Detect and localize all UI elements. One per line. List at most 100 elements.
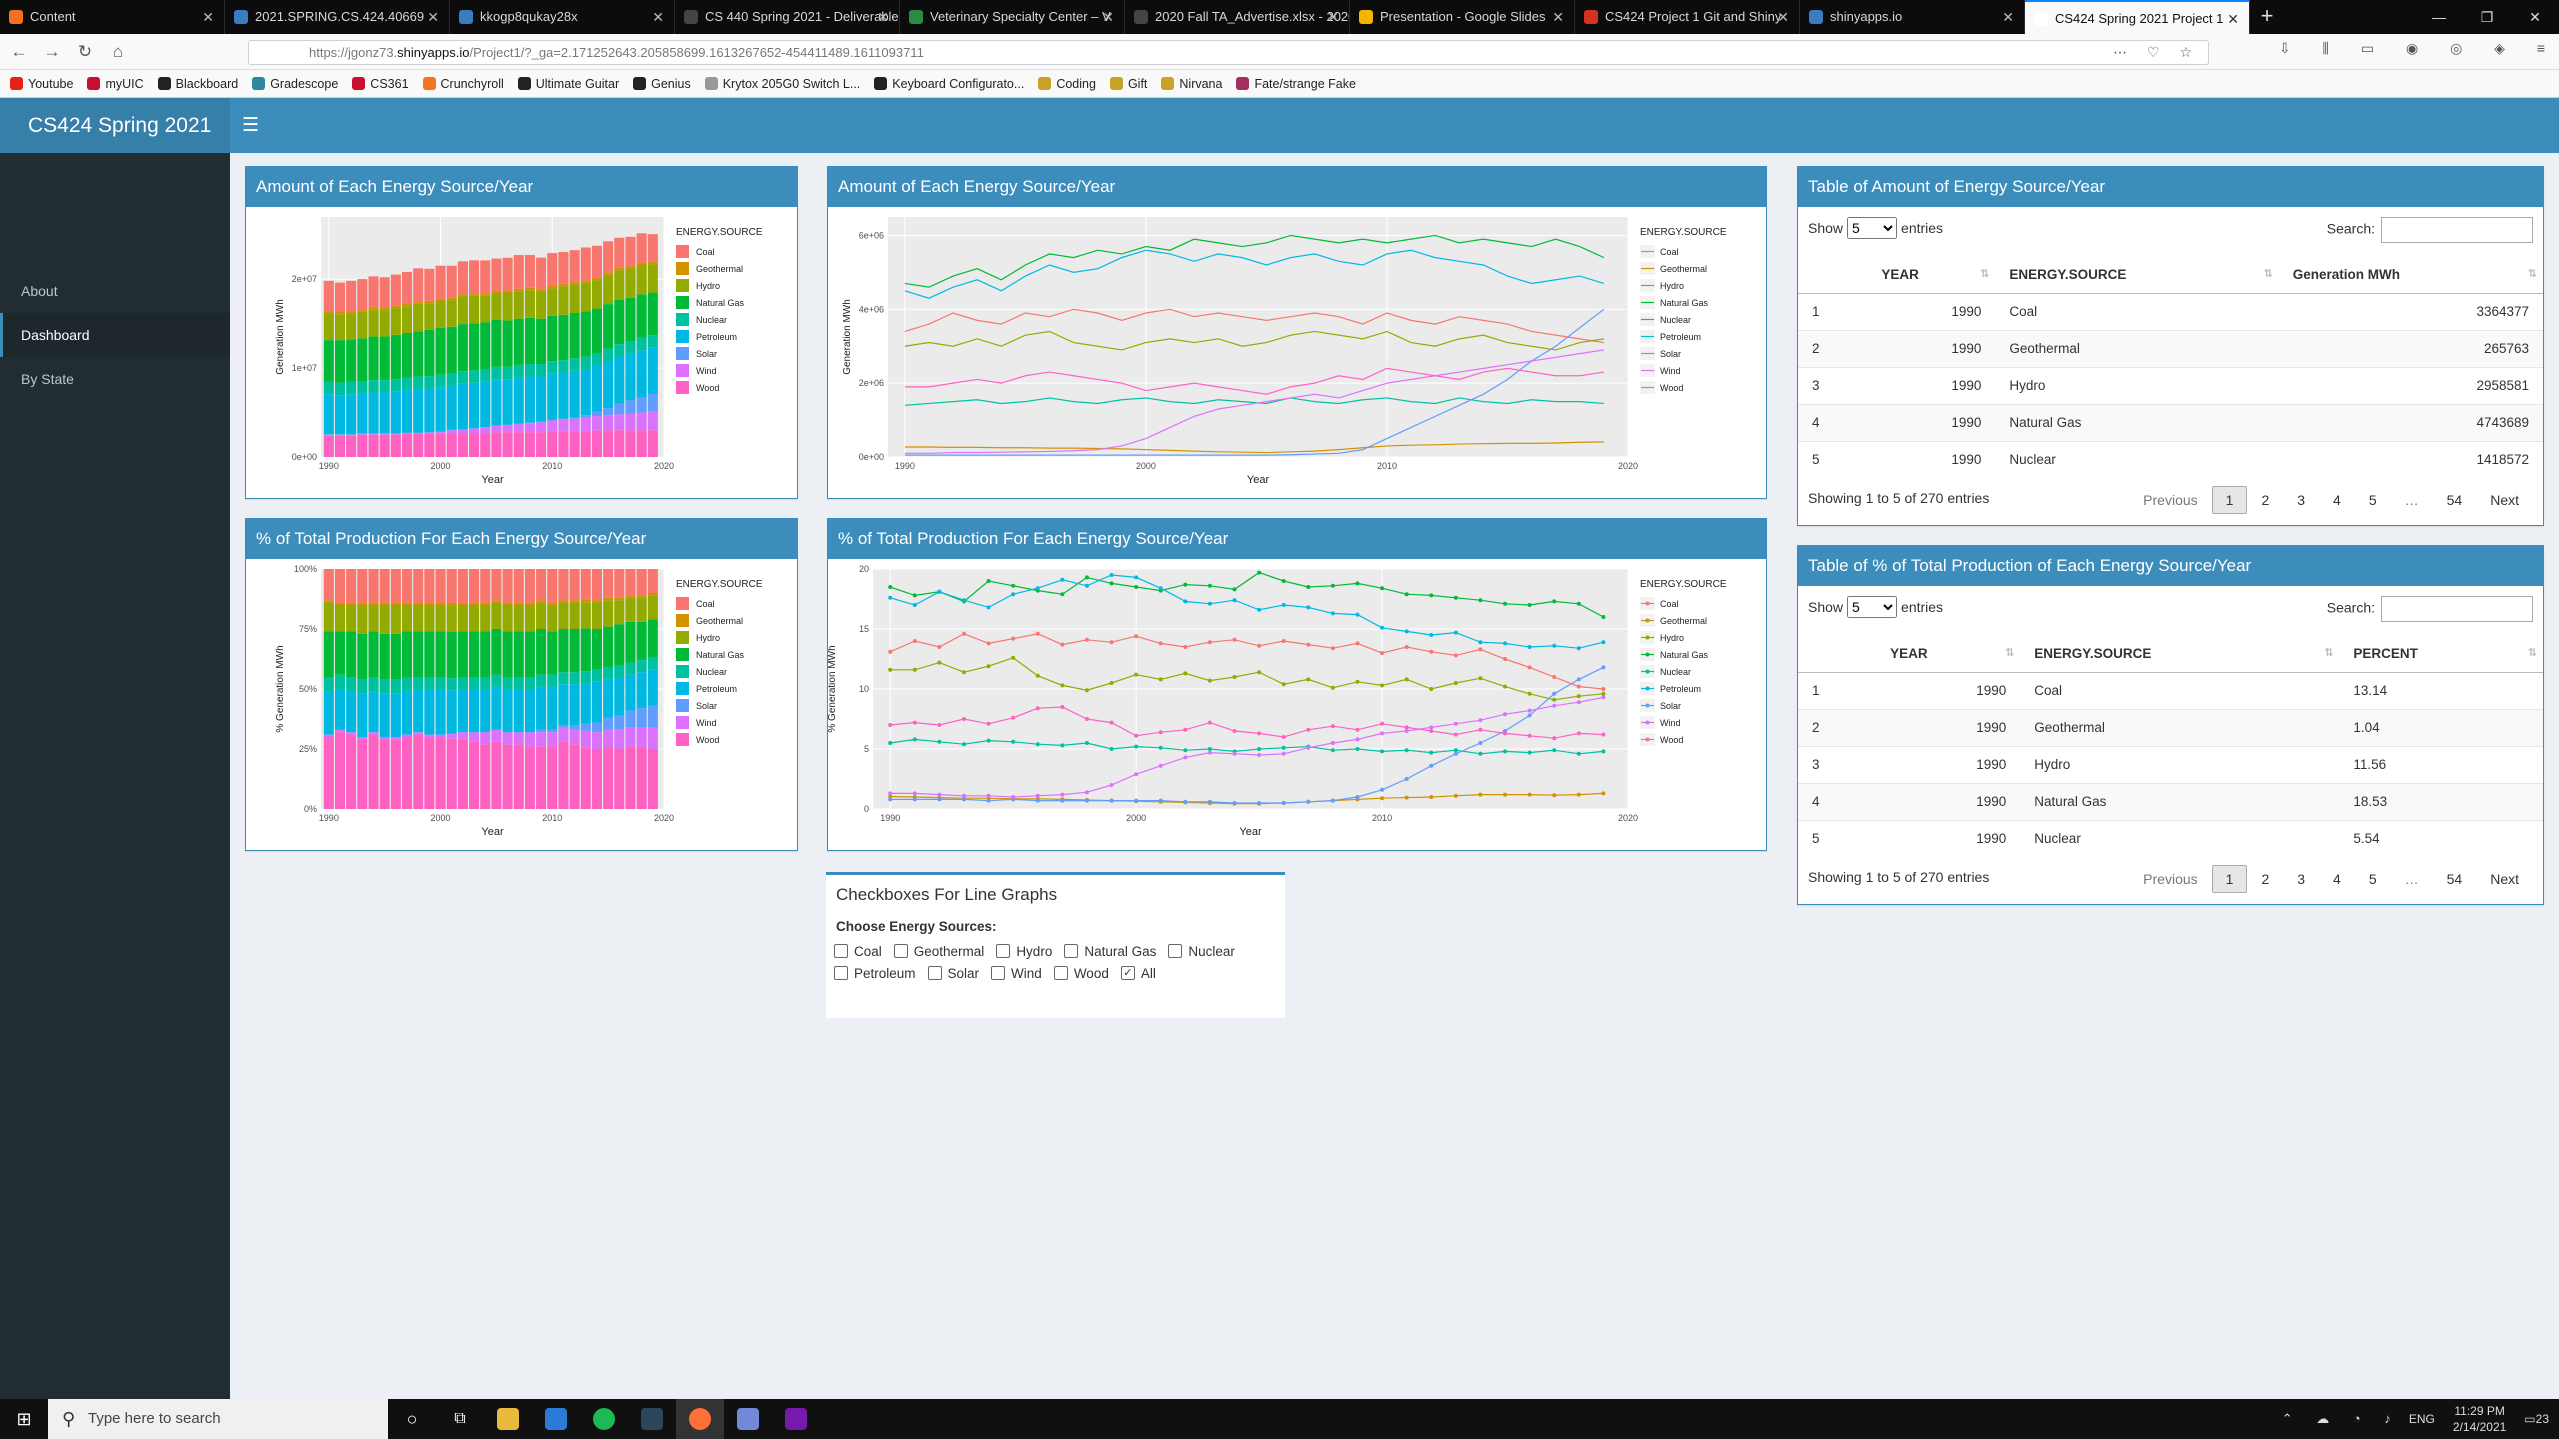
column-header[interactable] <box>1798 636 1877 673</box>
browser-tab[interactable]: CS 440 Spring 2021 - Deliverables a ✕ <box>675 0 900 34</box>
mail-icon[interactable] <box>532 1399 580 1439</box>
reload-icon[interactable]: ↻ <box>71 42 99 62</box>
sidebar-item-dashboard[interactable]: Dashboard <box>0 313 230 357</box>
sidebar-item-by-state[interactable]: By State <box>0 357 230 401</box>
column-header[interactable]: YEAR ⇅ <box>1867 257 1996 294</box>
bookmark-item[interactable]: Blackboard <box>157 77 238 91</box>
checkbox[interactable]: ✓ <box>1120 966 1135 980</box>
close-tab-icon[interactable]: ✕ <box>652 0 664 34</box>
column-header[interactable]: ENERGY.SOURCE ⇅ <box>1995 257 2279 294</box>
table-row[interactable]: 1 1990 Coal 3364377 <box>1798 292 2543 330</box>
steam-icon[interactable] <box>628 1399 676 1439</box>
file-explorer-icon[interactable] <box>484 1399 532 1439</box>
checkbox[interactable] <box>927 966 942 980</box>
column-header[interactable]: Generation MWh ⇅ <box>2278 257 2543 294</box>
checkbox-option[interactable]: Petroleum <box>834 962 916 984</box>
tray-icons[interactable]: ⌃ ☁ ◔ ♪ <box>2282 1411 2401 1427</box>
checkbox[interactable] <box>996 944 1011 958</box>
browser-tab[interactable]: CS424 Project 1 Git and Shiny ✕ <box>1575 0 1800 34</box>
page-button[interactable]: 1 <box>2211 486 2248 514</box>
close-tab-icon[interactable]: ✕ <box>877 0 889 34</box>
new-tab-icon[interactable]: + <box>2250 0 2284 34</box>
sidebar-toggle-icon[interactable]: ☰ <box>242 114 259 137</box>
checkbox-option[interactable]: Solar <box>927 962 979 984</box>
discord-icon[interactable] <box>724 1399 772 1439</box>
column-header[interactable]: ENERGY.SOURCE ⇅ <box>2020 636 2340 673</box>
checkbox-option[interactable]: Natural Gas <box>1064 940 1156 962</box>
page-length-select[interactable]: 5 <box>1847 217 1898 239</box>
bookmark-item[interactable]: Youtube <box>10 77 73 91</box>
url-actions-icons[interactable]: ⋯ ♡ ☆ <box>2113 41 2200 64</box>
bookmark-item[interactable]: Keyboard Configurato... <box>874 77 1024 91</box>
checkbox[interactable] <box>893 944 908 958</box>
close-window-icon[interactable]: ✕ <box>2511 0 2559 34</box>
column-header[interactable]: YEAR ⇅ <box>1876 636 2021 673</box>
page-button[interactable]: 54 <box>2433 486 2477 514</box>
task-view-icon[interactable]: ⧉ <box>436 1399 484 1439</box>
page-button[interactable]: 4 <box>2319 865 2355 893</box>
browser-tab[interactable]: kkogp8qukay28x ✕ <box>450 0 675 34</box>
next-page-button[interactable]: Next <box>2476 865 2533 893</box>
browser-tab[interactable]: 2021.SPRING.CS.424.40669 ✕ <box>225 0 450 34</box>
search-input[interactable] <box>2381 596 2533 622</box>
back-icon[interactable]: ← <box>5 42 33 62</box>
close-tab-icon[interactable]: ✕ <box>1777 0 1789 34</box>
bookmark-item[interactable]: Gradescope <box>252 77 338 91</box>
page-length-select[interactable]: 5 <box>1847 596 1898 618</box>
app-title[interactable]: CS424 Spring 2021 <box>0 98 230 153</box>
page-button[interactable]: 54 <box>2433 865 2477 893</box>
browser-tab[interactable]: CS424 Spring 2021 Project 1 ✕ <box>2025 0 2250 34</box>
firefox-icon[interactable] <box>676 1399 724 1439</box>
page-button[interactable]: 3 <box>2283 865 2319 893</box>
clock[interactable]: 11:29 PM 2/14/2021 <box>2453 1403 2506 1435</box>
close-tab-icon[interactable]: ✕ <box>1552 0 1564 34</box>
close-tab-icon[interactable]: ✕ <box>2002 0 2014 34</box>
next-page-button[interactable]: Next <box>2476 486 2533 514</box>
page-button[interactable]: 1 <box>2211 865 2248 893</box>
close-tab-icon[interactable]: ✕ <box>1102 0 1114 34</box>
search-input[interactable] <box>2381 217 2533 243</box>
bookmark-item[interactable]: Coding <box>1038 77 1096 91</box>
table-row[interactable]: 3 1990 Hydro 2958581 <box>1798 366 2543 404</box>
toolbar-icons[interactable]: ⇩ ⫼ ▭ ◉ ◎ ◈ ≡ <box>2279 40 2559 57</box>
checkbox-option[interactable]: Coal <box>834 940 882 962</box>
close-tab-icon[interactable]: ✕ <box>2227 2 2239 34</box>
checkbox-option[interactable]: ✓ All <box>1120 962 1156 984</box>
sidebar-item-about[interactable]: About <box>0 269 230 313</box>
checkbox-option[interactable]: Geothermal <box>893 940 984 962</box>
browser-tab[interactable]: shinyapps.io ✕ <box>1800 0 2025 34</box>
browser-tab[interactable]: Presentation - Google Slides ✕ <box>1350 0 1575 34</box>
restore-icon[interactable]: ❐ <box>2463 0 2511 34</box>
checkbox[interactable] <box>834 944 848 958</box>
table-row[interactable]: 3 1990 Hydro 11.56 <box>1798 745 2543 783</box>
onenote-icon[interactable] <box>772 1399 820 1439</box>
windows-start-icon[interactable]: ⊞ <box>0 1409 48 1430</box>
taskbar-search[interactable]: Type here to search <box>48 1399 388 1439</box>
url-bar[interactable]: https://jgonz73.shinyapps.io/Project1/?_… <box>248 40 2209 65</box>
cortana-icon[interactable]: ○ <box>388 1399 436 1439</box>
spotify-icon[interactable] <box>580 1399 628 1439</box>
checkbox-option[interactable]: Hydro <box>996 940 1052 962</box>
previous-page-button[interactable]: Previous <box>2129 486 2211 514</box>
language-indicator[interactable]: ENG <box>2409 1412 2435 1426</box>
checkbox-option[interactable]: Nuclear <box>1168 940 1235 962</box>
checkbox-option[interactable]: Wood <box>1053 962 1109 984</box>
close-tab-icon[interactable]: ✕ <box>427 0 439 34</box>
browser-tab[interactable]: Content ✕ <box>0 0 225 34</box>
minimize-icon[interactable]: — <box>2415 0 2463 34</box>
page-button[interactable]: 5 <box>2355 486 2391 514</box>
checkbox[interactable] <box>991 966 1006 980</box>
browser-tab[interactable]: 2020 Fall TA_Advertise.xlsx - 2020F ✕ <box>1125 0 1350 34</box>
checkbox[interactable] <box>1053 966 1068 980</box>
table-row[interactable]: 1 1990 Coal 13.14 <box>1798 671 2543 709</box>
table-row[interactable]: 5 1990 Nuclear 5.54 <box>1798 819 2543 857</box>
bookmark-item[interactable]: Gift <box>1109 77 1147 91</box>
forward-icon[interactable]: → <box>38 42 66 62</box>
page-button[interactable]: 2 <box>2247 865 2283 893</box>
table-row[interactable]: 2 1990 Geothermal 1.04 <box>1798 708 2543 746</box>
bookmark-item[interactable]: Krytox 205G0 Switch L... <box>704 77 860 91</box>
bookmark-item[interactable]: myUIC <box>87 77 144 91</box>
table-row[interactable]: 4 1990 Natural Gas 4743689 <box>1798 403 2543 441</box>
table-row[interactable]: 5 1990 Nuclear 1418572 <box>1798 440 2543 478</box>
page-button[interactable]: 5 <box>2355 865 2391 893</box>
